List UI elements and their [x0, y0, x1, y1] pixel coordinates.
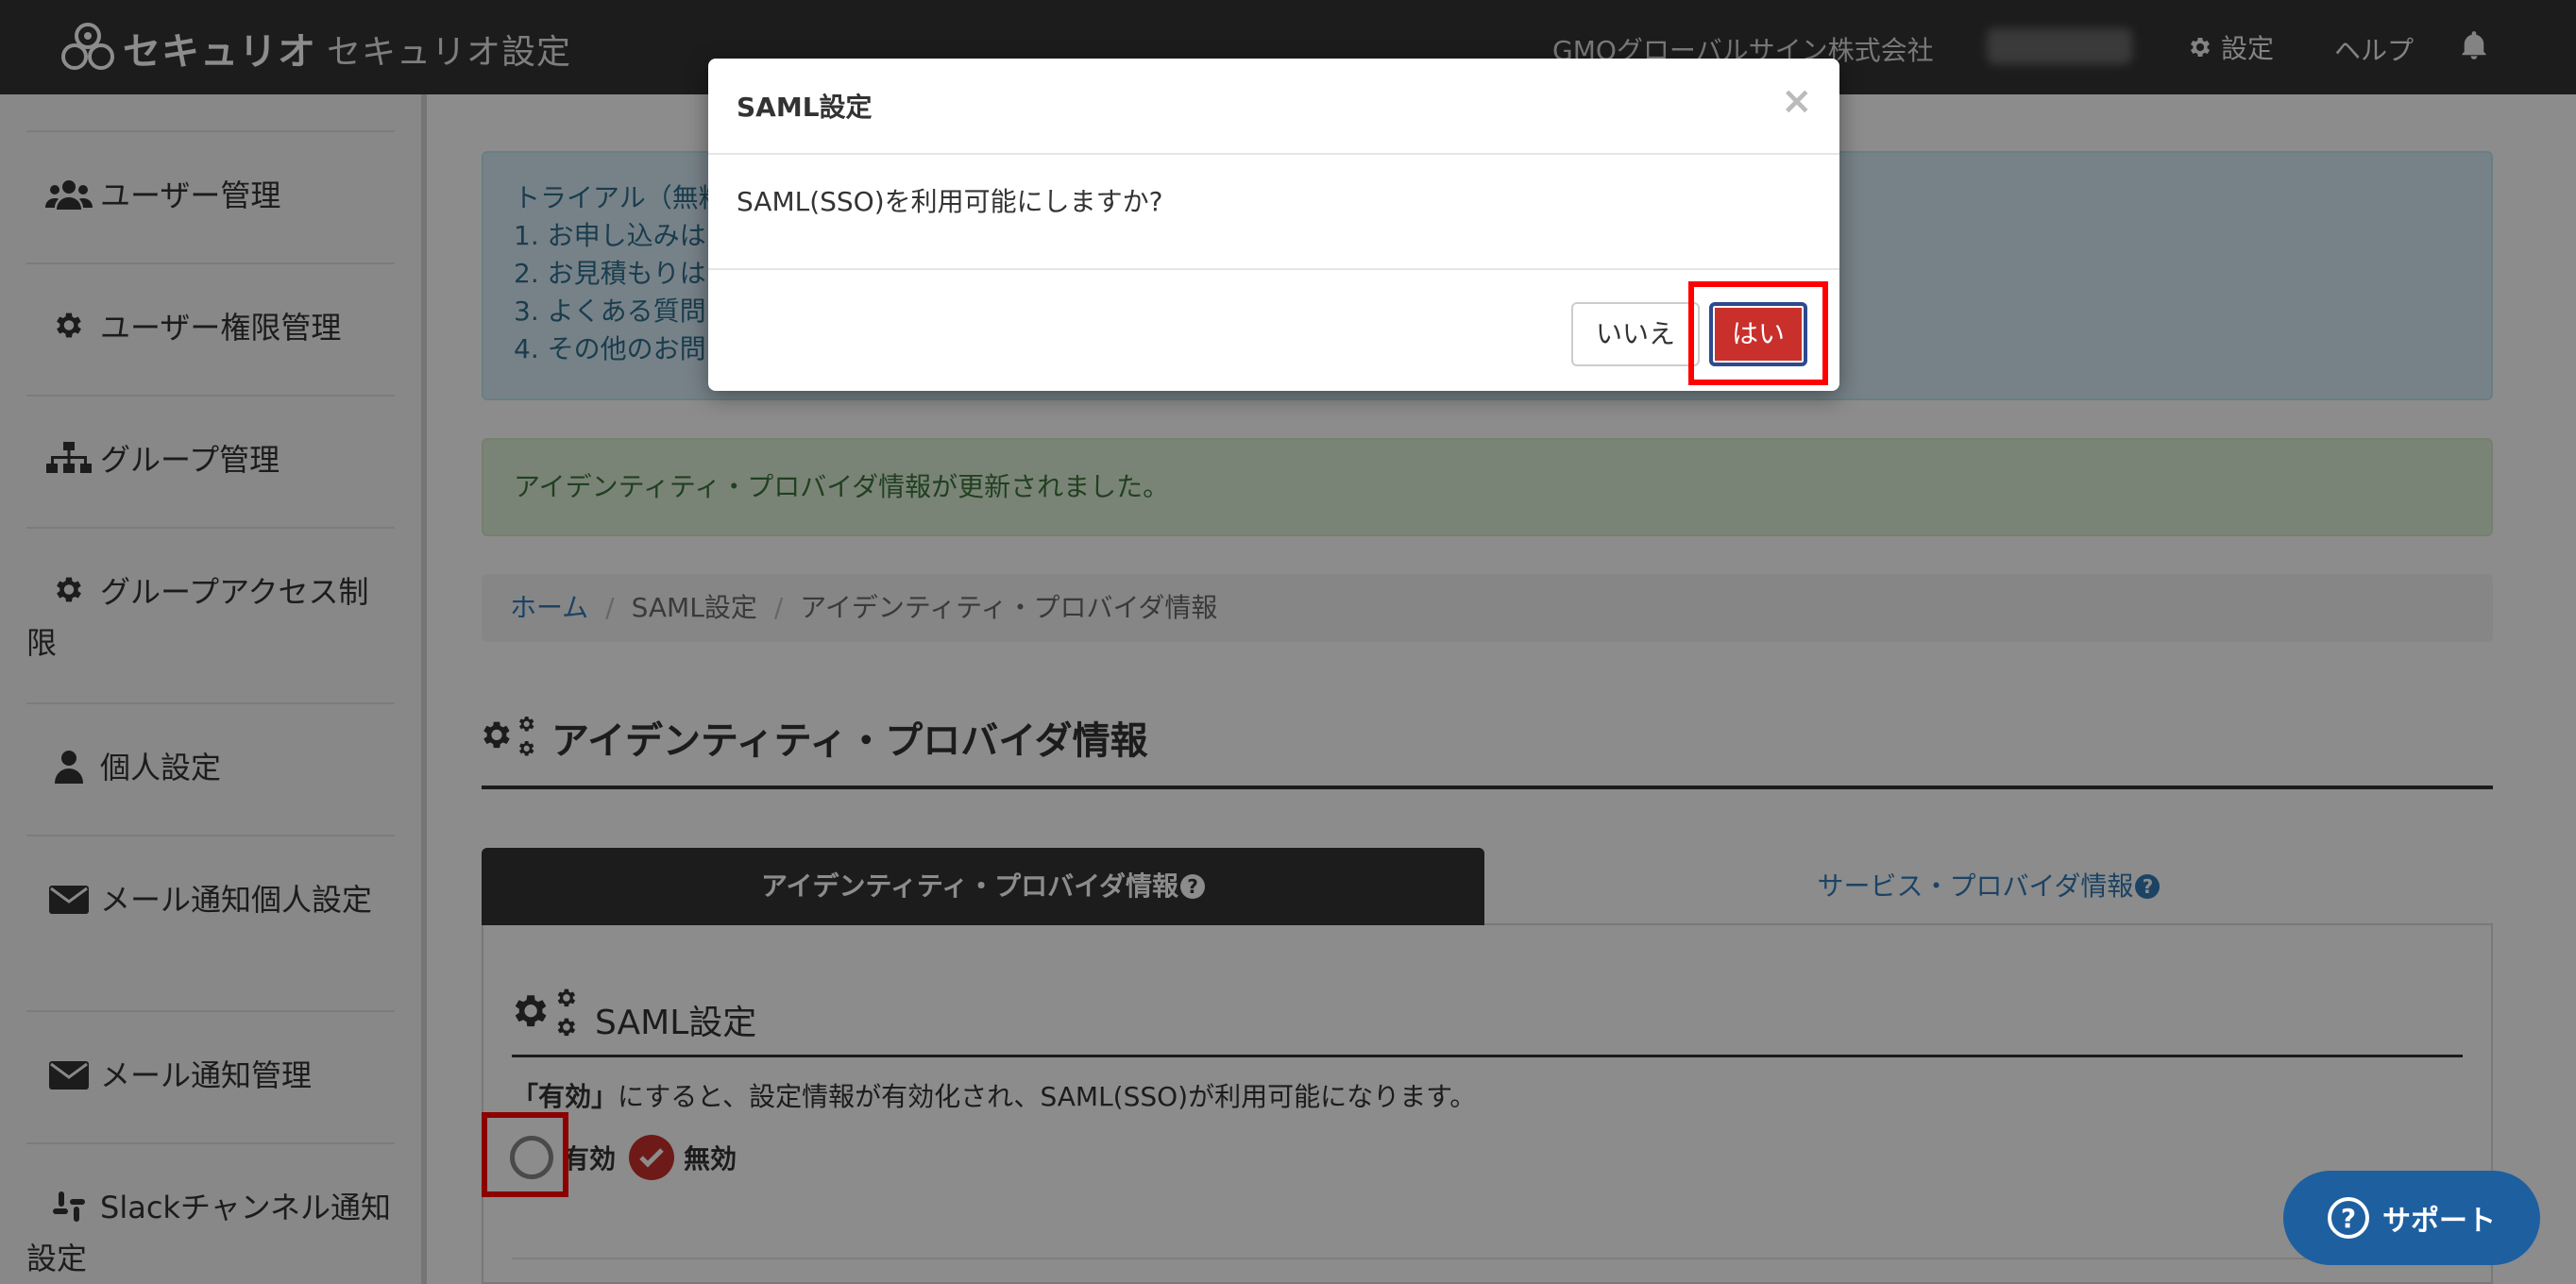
no-button[interactable]: いいえ: [1571, 302, 1700, 366]
dialog-title: SAML設定: [737, 92, 873, 123]
dialog-footer: いいえ はい: [708, 268, 1839, 391]
highlight-box-yes: [1688, 281, 1828, 385]
close-icon[interactable]: ×: [1781, 79, 1813, 123]
support-button[interactable]: ? サポート: [2283, 1171, 2540, 1265]
dialog-header: SAML設定 ×: [708, 59, 1839, 155]
question-icon: ?: [2328, 1197, 2369, 1239]
dialog-message: SAML(SSO)を利用可能にしますか?: [737, 186, 1163, 217]
support-label: サポート: [2382, 1205, 2496, 1238]
confirm-dialog: SAML設定 × SAML(SSO)を利用可能にしますか? いいえ はい: [708, 59, 1839, 391]
